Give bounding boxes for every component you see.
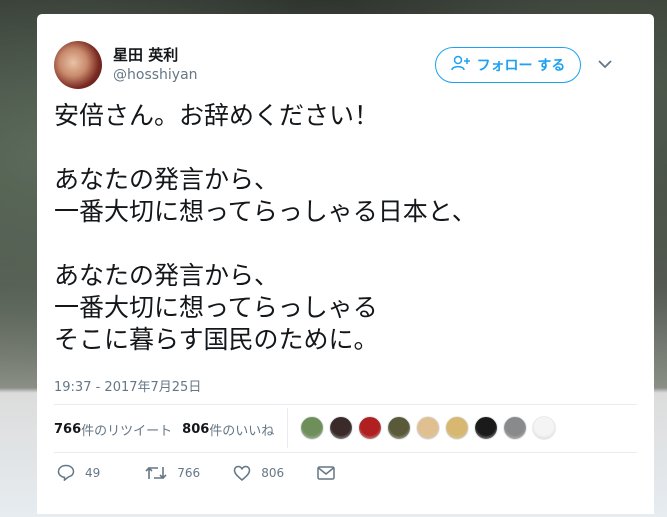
- likes-label[interactable]: 件のいいね: [209, 420, 274, 439]
- reply-count: 49: [85, 465, 101, 480]
- user-handle[interactable]: @hosshiyan: [113, 67, 198, 83]
- avatar-tan-icon[interactable]: [445, 416, 469, 440]
- retweets-label[interactable]: 件のリツイート: [81, 420, 172, 439]
- stats-separator: [287, 408, 288, 448]
- avatar-dark-icon[interactable]: [329, 416, 353, 440]
- like-button[interactable]: 806: [233, 465, 284, 481]
- direct-message-button[interactable]: [317, 465, 335, 480]
- follow-button[interactable]: フォロー する: [435, 47, 581, 83]
- avatar-cartoon-icon[interactable]: [416, 416, 440, 440]
- engagement-stats: 766 件のリツイート 806 件のいいね: [54, 417, 274, 441]
- avatar-red-icon[interactable]: [358, 416, 382, 440]
- follow-user-plus-icon: [450, 55, 471, 75]
- tweet-card: 星田 英利 @hosshiyan フォロー する 安倍さん。お辞めください！ あ…: [37, 14, 654, 517]
- envelope-icon: [317, 465, 335, 480]
- avatar-beer-icon[interactable]: [474, 416, 498, 440]
- like-count: 806: [261, 465, 285, 480]
- tweet-timestamp[interactable]: 19:37 - 2017年7月25日: [54, 376, 201, 395]
- reply-icon: [57, 464, 75, 481]
- retweet-count: 766: [177, 465, 201, 480]
- divider-bottom: [54, 452, 637, 453]
- divider-top: [54, 404, 637, 405]
- reply-button[interactable]: 49: [57, 464, 100, 481]
- retweet-button[interactable]: 766: [145, 465, 200, 481]
- avatar-logo-icon[interactable]: [532, 416, 556, 440]
- avatar-olive-icon[interactable]: [387, 416, 411, 440]
- follow-button-label: フォロー する: [476, 58, 566, 74]
- more-options-chevron-down-icon[interactable]: [595, 54, 615, 74]
- user-name[interactable]: 星田 英利: [113, 44, 178, 65]
- liker-avatars: [300, 416, 556, 440]
- avatar-field-icon[interactable]: [300, 416, 324, 440]
- retweet-icon: [145, 465, 167, 481]
- likes-count[interactable]: 806: [182, 422, 209, 437]
- tweet-actions: 49 766 806: [57, 464, 335, 481]
- retweets-count[interactable]: 766: [54, 422, 81, 437]
- avatar-sketch-icon[interactable]: [503, 416, 527, 440]
- user-avatar[interactable]: [54, 41, 102, 89]
- tweet-text: 安倍さん。お辞めください！ あなたの発言から、 一番大切に想ってらっしゃる日本と…: [54, 101, 477, 354]
- heart-icon: [233, 465, 251, 481]
